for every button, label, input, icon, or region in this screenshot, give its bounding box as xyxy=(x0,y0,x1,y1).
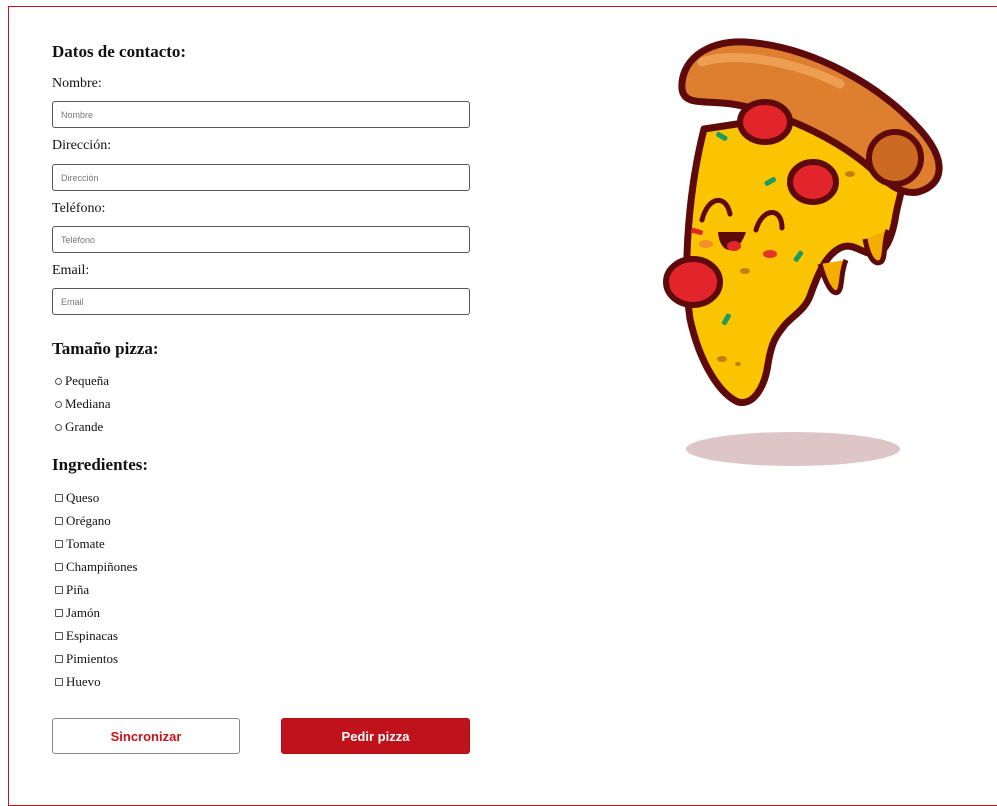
name-input[interactable] xyxy=(52,101,470,128)
ingredient-label: Champiñones xyxy=(66,559,138,574)
order-pizza-button[interactable]: Pedir pizza xyxy=(281,718,470,754)
ingredient-espinacas[interactable]: Espinacas xyxy=(55,628,118,644)
address-label: Dirección: xyxy=(52,138,112,153)
email-input[interactable] xyxy=(52,288,470,315)
sync-button[interactable]: Sincronizar xyxy=(52,718,240,754)
address-input[interactable] xyxy=(52,164,470,191)
checkbox-champinones[interactable] xyxy=(55,563,63,571)
checkbox-espinacas[interactable] xyxy=(55,632,63,640)
ingredient-label: Pimientos xyxy=(66,651,119,666)
checkbox-jamon[interactable] xyxy=(55,609,63,617)
radio-mediana[interactable] xyxy=(55,400,62,408)
checkbox-tomate[interactable] xyxy=(55,540,63,548)
ingredient-label: Tomate xyxy=(66,536,105,551)
size-heading: Tamaño pizza: xyxy=(52,339,159,358)
ingredient-jamon[interactable]: Jamón xyxy=(55,605,100,621)
checkbox-huevo[interactable] xyxy=(55,678,63,686)
ingredient-pimientos[interactable]: Pimientos xyxy=(55,651,118,667)
checkbox-queso[interactable] xyxy=(55,494,63,502)
phone-input[interactable] xyxy=(52,226,470,253)
ingredient-huevo[interactable]: Huevo xyxy=(55,674,101,690)
ingredient-label: Queso xyxy=(66,490,100,505)
checkbox-oregano[interactable] xyxy=(55,517,63,525)
size-option-label: Pequeña xyxy=(65,373,110,388)
size-option-label: Grande xyxy=(65,419,104,434)
contact-heading: Datos de contacto: xyxy=(52,42,187,61)
size-option-mediana[interactable]: Mediana xyxy=(55,396,110,412)
ingredient-label: Espinacas xyxy=(66,628,118,643)
checkbox-pimientos[interactable] xyxy=(55,655,63,663)
name-label: Nombre: xyxy=(52,76,102,91)
ingredient-label: Piña xyxy=(66,582,90,597)
ingredient-champinones[interactable]: Champiñones xyxy=(55,559,138,575)
radio-pequena[interactable] xyxy=(55,377,62,385)
ingredient-pina[interactable]: Piña xyxy=(55,582,89,598)
ingredient-label: Huevo xyxy=(66,674,101,689)
pizza-slice-mascot-icon xyxy=(663,38,943,466)
email-label: Email: xyxy=(52,263,90,278)
size-option-pequena[interactable]: Pequeña xyxy=(55,373,109,389)
ingredient-label: Orégano xyxy=(66,513,111,528)
size-option-label: Mediana xyxy=(65,396,111,411)
radio-grande[interactable] xyxy=(55,423,62,431)
ingredient-label: Jamón xyxy=(66,605,100,620)
checkbox-pina[interactable] xyxy=(55,586,63,594)
ingredient-tomate[interactable]: Tomate xyxy=(55,536,105,552)
phone-label: Teléfono: xyxy=(52,201,106,216)
ingredient-queso[interactable]: Queso xyxy=(55,490,99,506)
size-option-grande[interactable]: Grande xyxy=(55,419,103,435)
ingredient-oregano[interactable]: Orégano xyxy=(55,513,111,529)
ingredients-heading: Ingredientes: xyxy=(52,455,149,474)
